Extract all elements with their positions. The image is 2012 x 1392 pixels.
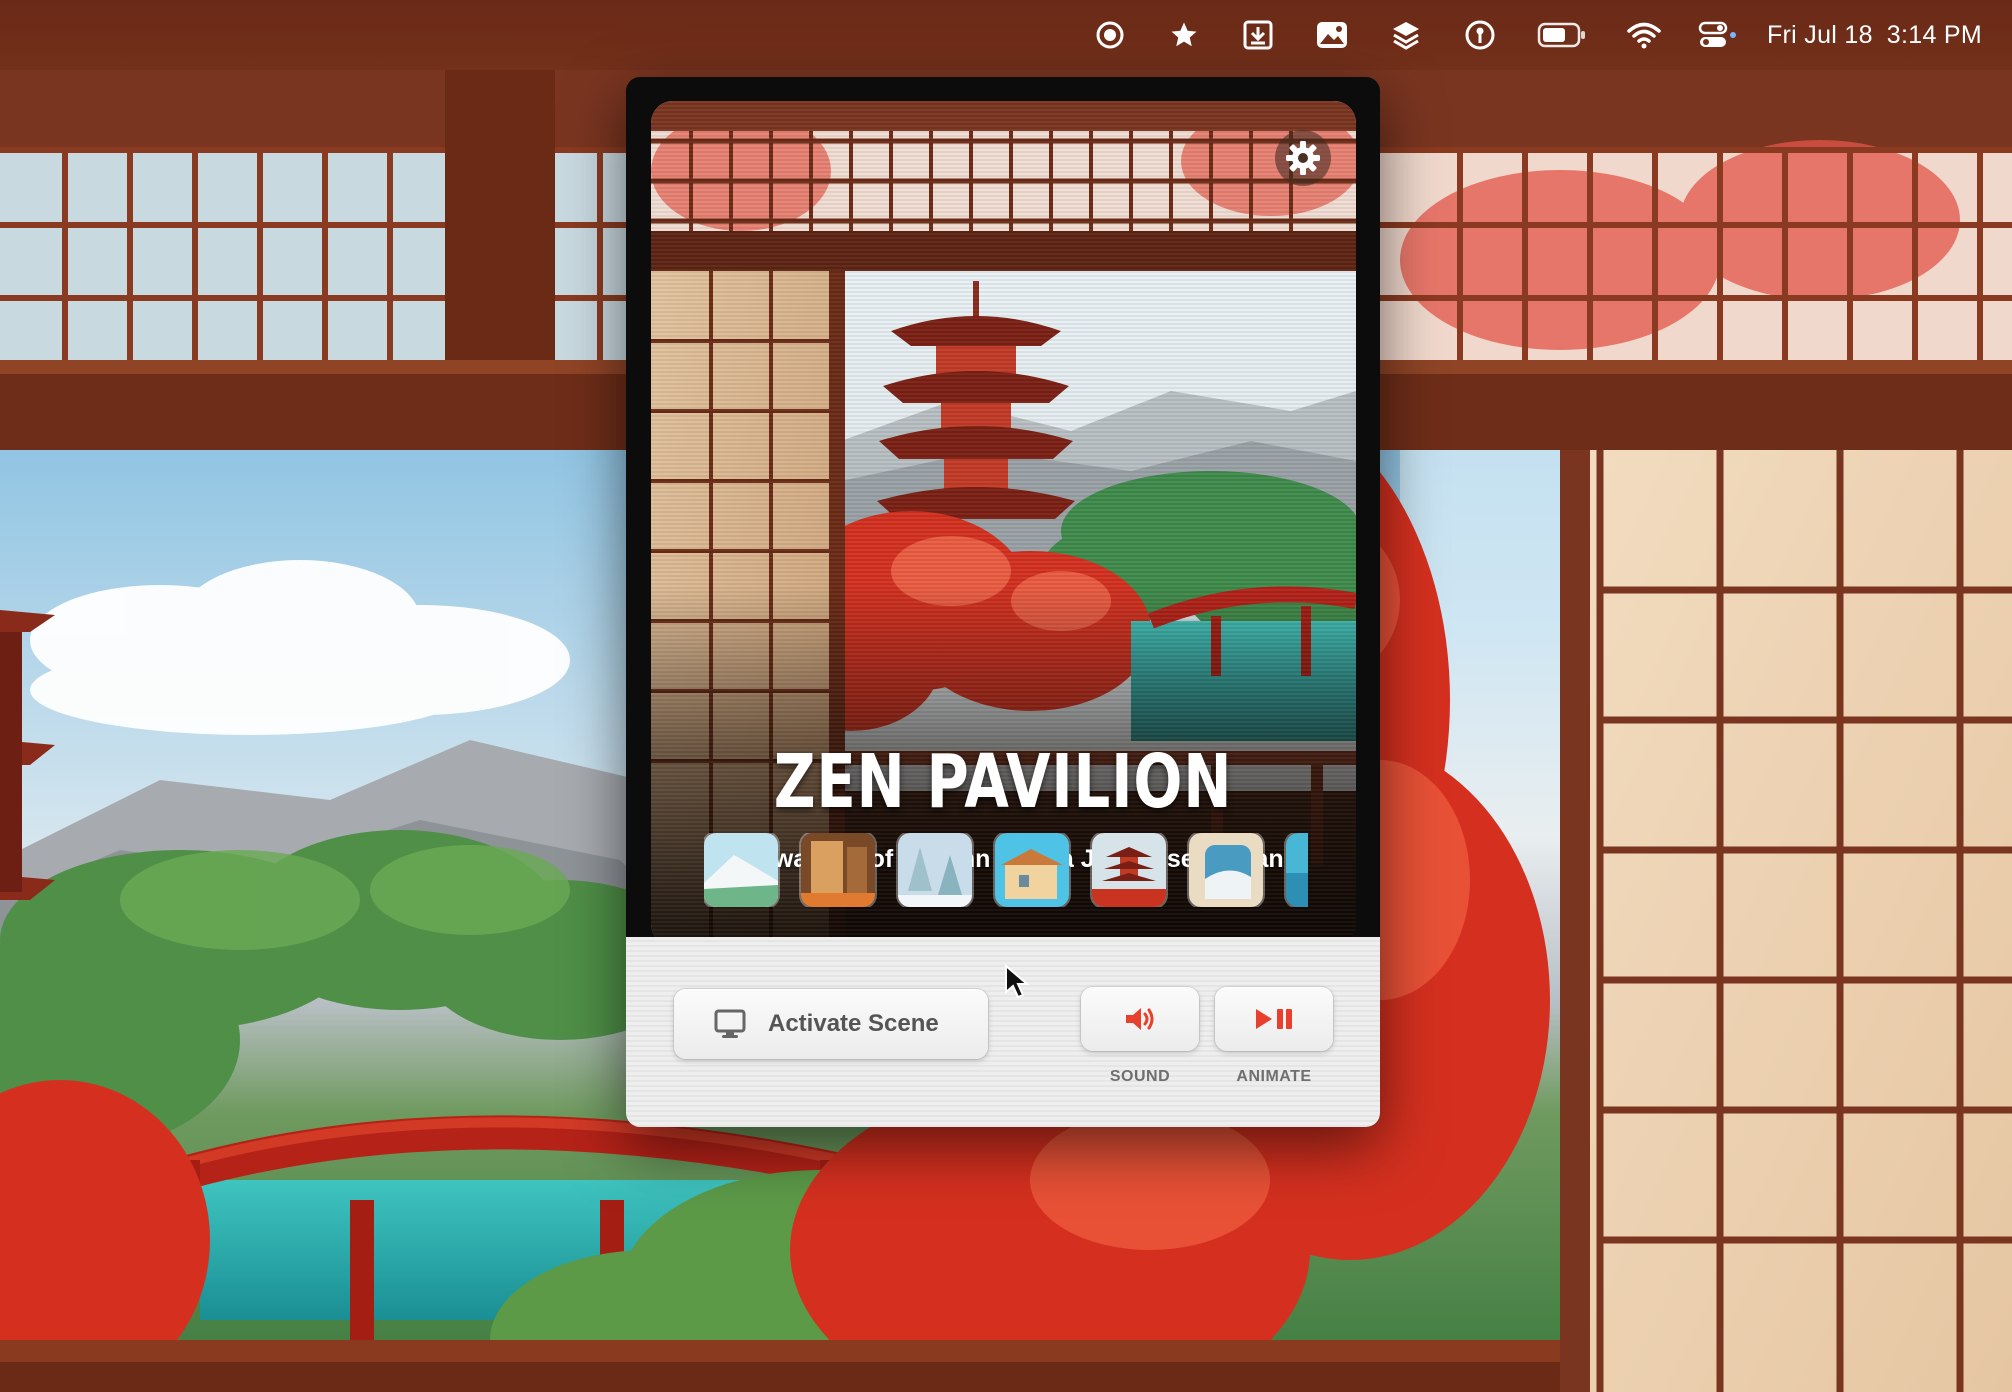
battery-icon[interactable]	[1517, 0, 1607, 70]
record-icon[interactable]	[1073, 0, 1147, 70]
sound-caption: SOUND	[1109, 1068, 1171, 1085]
menu-bar-clock[interactable]: Fri Jul 18 3:14 PM	[1767, 21, 1982, 50]
speaker-icon	[1126, 1008, 1154, 1030]
thumbnail-mountain[interactable]	[704, 833, 778, 907]
wifi-icon[interactable]	[1607, 0, 1681, 70]
animate-caption: ANIMATE	[1236, 1068, 1312, 1085]
sound-toggle-button[interactable]	[1081, 987, 1199, 1051]
thumbnail-ocean[interactable]	[1286, 833, 1308, 907]
thumbnail-seaside-villa[interactable]	[995, 833, 1069, 907]
star-icon[interactable]	[1147, 0, 1221, 70]
control-center-icon[interactable]	[1681, 0, 1755, 70]
display-icon	[714, 1009, 746, 1038]
gear-icon	[1286, 141, 1320, 175]
clock-time: 3:14 PM	[1886, 20, 1982, 49]
animate-toggle-button[interactable]	[1215, 987, 1333, 1051]
scene-title: ZEN PAVILION	[773, 739, 1233, 825]
layers-icon[interactable]	[1369, 0, 1443, 70]
thumbnail-pagoda[interactable]	[1092, 833, 1166, 907]
settings-button[interactable]	[1275, 130, 1331, 186]
thumbnail-snowy-pines[interactable]	[898, 833, 972, 907]
scene-thumbnail-strip[interactable]	[704, 833, 1308, 907]
download-box-icon[interactable]	[1221, 0, 1295, 70]
photo-icon[interactable]	[1295, 0, 1369, 70]
activate-scene-button[interactable]: Activate Scene	[674, 989, 988, 1059]
password-key-icon[interactable]	[1443, 0, 1517, 70]
clock-date: Fri Jul 18	[1766, 20, 1873, 49]
mouse-cursor-icon	[1004, 963, 1030, 1005]
menu-bar: Fri Jul 18 3:14 PM	[0, 0, 2012, 70]
activate-scene-label: Activate Scene	[768, 1010, 939, 1037]
thumbnail-window-sea[interactable]	[1189, 833, 1263, 907]
play-pause-icon	[1256, 1009, 1292, 1029]
thumbnail-wooden-room[interactable]	[801, 833, 875, 907]
scene-control-bar: Activate Scene SOUND ANIMATE	[626, 937, 1380, 1127]
scene-popover: ZEN PAVILION The warmth of autumn from a…	[626, 77, 1380, 1127]
